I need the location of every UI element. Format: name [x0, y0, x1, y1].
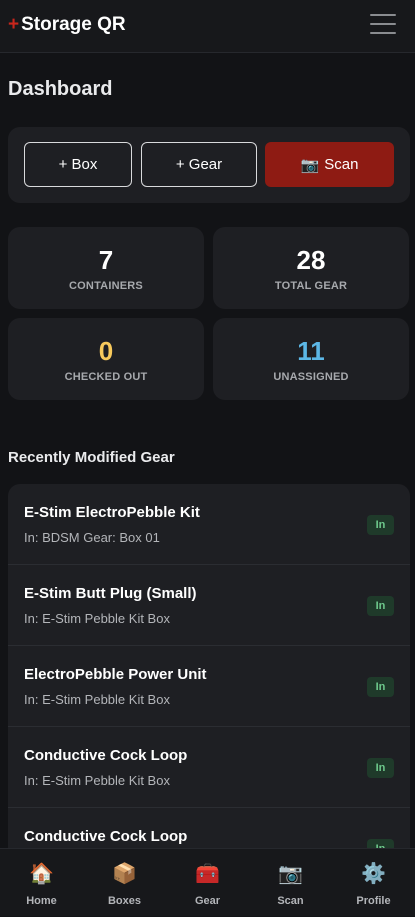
gear-location: In: BDSM Gear: Box 01	[24, 530, 160, 545]
gear-name: ElectroPebble Power Unit	[24, 666, 207, 683]
stat-value: 7	[98, 245, 114, 275]
hamburger-menu-icon[interactable]	[370, 14, 396, 36]
box-icon: 📦	[112, 863, 137, 885]
nav-home[interactable]: 🏠 Home	[0, 849, 83, 917]
scan-button[interactable]: 📷 Scan	[265, 142, 394, 187]
stat-total-gear[interactable]: 28 TOTAL GEAR	[213, 227, 409, 309]
brand[interactable]: + Storage QR	[8, 14, 126, 36]
recent-gear-heading: Recently Modified Gear	[8, 449, 175, 466]
gear-location: In: E-Stim Pebble Kit Box	[24, 773, 170, 788]
stat-unassigned[interactable]: 11 UNASSIGNED	[213, 318, 409, 400]
status-badge: In	[367, 515, 394, 535]
quick-actions: + Box + Gear 📷 Scan	[8, 127, 410, 203]
add-box-button[interactable]: + Box	[24, 142, 132, 187]
stat-label: TOTAL GEAR	[274, 280, 348, 292]
camera-icon: 📷	[300, 156, 320, 174]
gear-list-item[interactable]: E-Stim Butt Plug (Small) In: E-Stim Pebb…	[8, 565, 410, 646]
nav-profile[interactable]: ⚙️ Profile	[332, 849, 415, 917]
stat-label: UNASSIGNED	[273, 371, 349, 383]
camera-icon: 📷	[278, 863, 303, 885]
stat-value: 0	[98, 336, 114, 366]
top-bar: + Storage QR	[0, 0, 415, 53]
gear-name: Conductive Cock Loop	[24, 828, 188, 845]
gear-list-item[interactable]: ElectroPebble Power Unit In: E-Stim Pebb…	[8, 646, 410, 727]
nav-label: Scan	[277, 895, 304, 907]
page-title: Dashboard	[8, 78, 113, 100]
status-badge: In	[367, 758, 394, 778]
gear-icon: ⚙️	[361, 863, 386, 885]
stat-containers[interactable]: 7 CONTAINERS	[8, 227, 204, 309]
status-badge: In	[367, 677, 394, 697]
home-icon: 🏠	[29, 863, 54, 885]
stat-label: CONTAINERS	[69, 280, 143, 292]
gear-name: Conductive Cock Loop	[24, 747, 188, 764]
nav-label: Boxes	[107, 895, 142, 907]
brand-plus-icon: +	[8, 14, 20, 35]
nav-boxes[interactable]: 📦 Boxes	[83, 849, 166, 917]
nav-label: Gear	[194, 895, 221, 907]
nav-gear[interactable]: 🧰 Gear	[166, 849, 249, 917]
nav-label: Profile	[356, 895, 391, 907]
nav-label: Home	[26, 895, 57, 907]
add-gear-button[interactable]: + Gear	[141, 142, 257, 187]
gear-location: In: E-Stim Pebble Kit Box	[24, 611, 170, 626]
toolbox-icon: 🧰	[195, 863, 220, 885]
recent-gear-list: E-Stim ElectroPebble Kit In: BDSM Gear: …	[8, 484, 410, 864]
app-title: Storage QR	[21, 14, 126, 35]
scan-button-label: Scan	[324, 156, 359, 173]
bottom-nav: 🏠 Home 📦 Boxes 🧰 Gear 📷 Scan ⚙️ Profile	[0, 848, 415, 916]
stat-checked-out[interactable]: 0 CHECKED OUT	[8, 318, 204, 400]
gear-list-item[interactable]: Conductive Cock Loop In: E-Stim Pebble K…	[8, 727, 410, 808]
gear-name: E-Stim ElectroPebble Kit	[24, 504, 200, 521]
gear-list-item[interactable]: E-Stim ElectroPebble Kit In: BDSM Gear: …	[8, 484, 410, 565]
nav-scan[interactable]: 📷 Scan	[249, 849, 332, 917]
stat-value: 11	[297, 336, 325, 366]
gear-location: In: E-Stim Pebble Kit Box	[24, 692, 170, 707]
stat-label: CHECKED OUT	[64, 371, 148, 383]
gear-name: E-Stim Butt Plug (Small)	[24, 585, 197, 602]
status-badge: In	[367, 596, 394, 616]
stat-value: 28	[296, 245, 326, 275]
